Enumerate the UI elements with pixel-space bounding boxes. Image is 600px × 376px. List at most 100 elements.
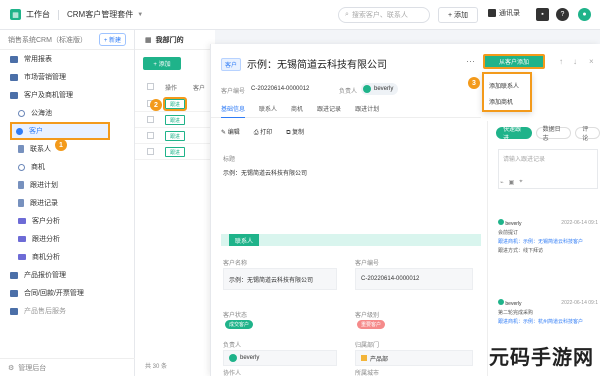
tab-follow-plan[interactable]: 跟进计划 <box>355 104 379 118</box>
customer-name-value: 示例：无锡简道云科技有限公司 <box>229 277 314 284</box>
sidebar-item-marketing[interactable]: 市场营销管理 <box>0 68 134 86</box>
tab-opportunity[interactable]: 商机 <box>291 104 303 118</box>
sidebar-item-customer-analysis[interactable]: 客户分析 <box>0 212 134 230</box>
tab-comments[interactable]: 评论 <box>575 127 600 142</box>
print-label: 打印 <box>260 130 273 136</box>
add-from-customer-button[interactable]: 从客户添加 <box>483 54 545 69</box>
sidebar-item-label: 跟进计划 <box>30 182 58 189</box>
edit-button[interactable]: ✎ 编辑 <box>221 127 240 137</box>
search-input[interactable]: ⌕ 搜索客户、联系人 <box>338 7 430 23</box>
sidebar-item-public-pool[interactable]: 公海池 <box>0 104 134 122</box>
sidebar-item-label: 跟进分析 <box>32 236 60 243</box>
avatar <box>498 299 504 305</box>
add-button[interactable]: + 添加 <box>438 7 478 23</box>
sidebar-item-follow-analysis[interactable]: 跟进分析 <box>0 230 134 248</box>
tab-follow-record[interactable]: 跟进记录 <box>317 104 341 118</box>
tab-quick-follow[interactable]: 快速跟进 <box>496 127 532 142</box>
card-time: 2022-06-14 09:1 <box>561 220 598 226</box>
owner-chip[interactable]: beverly <box>361 83 399 95</box>
record-title: 示例：无锡简道云科技有限公司 <box>247 60 387 71</box>
list-title[interactable]: ▦ 我部门的 <box>135 30 215 50</box>
customer-no-field[interactable]: C-20220614-0000012 <box>355 268 473 290</box>
divider <box>58 9 59 20</box>
sidebar-item-follow-record[interactable]: 跟进记录 <box>0 194 134 212</box>
follow-button[interactable]: 跟进 <box>165 115 185 125</box>
card-line-1: 第二轮完成采购 <box>498 310 534 316</box>
folder-icon <box>10 271 18 279</box>
card-line-2: 跟进商机：示例：无锡简道云科技客户 <box>498 239 584 245</box>
tab-contacts[interactable]: 联系人 <box>259 104 277 118</box>
tab-data-log[interactable]: 数据日志 <box>535 127 572 142</box>
top-bar: ▦ 工作台 CRM客户管理套件 ▼ ⌕ 搜索客户、联系人 + 添加 通讯录 ▪ … <box>0 0 600 30</box>
sidebar-item-opportunity[interactable]: 商机 <box>0 158 134 176</box>
close-icon[interactable]: × <box>589 57 594 66</box>
step-badge-2: 2 <box>150 99 162 111</box>
card-time: 2022-06-14 09:1 <box>561 300 598 306</box>
customer-no-label: 客户编号 <box>221 89 246 95</box>
help-icon[interactable]: ? <box>556 8 569 21</box>
workspace-logo-icon[interactable]: ▦ <box>10 9 21 20</box>
document-icon <box>18 199 24 207</box>
select-all-checkbox[interactable] <box>147 83 154 90</box>
table-row[interactable]: 跟进 <box>135 112 215 128</box>
sidebar-item-label: 常用报表 <box>24 56 52 63</box>
notification-icon[interactable]: ▪ <box>536 8 549 21</box>
menu-item-add-opportunity[interactable]: 添加商机 <box>484 93 530 109</box>
row-checkbox[interactable] <box>147 148 154 155</box>
column-customer: 客户 <box>193 86 206 92</box>
app-name[interactable]: CRM客户管理套件 <box>67 9 133 20</box>
follow-button[interactable]: 跟进 <box>165 147 185 157</box>
sidebar: 销售系统CRM（标准版） + 新建 常用报表 市场营销管理 客户及商机管理 公海… <box>0 30 135 376</box>
next-record-icon[interactable]: ↓ <box>573 57 577 66</box>
sidebar-item-opportunity-analysis[interactable]: 商机分析 <box>0 248 134 266</box>
more-options-icon[interactable]: ··· <box>466 56 475 66</box>
admin-link[interactable]: ⚙ 管理后台 <box>0 358 135 376</box>
customer-name-field[interactable]: 示例：无锡简道云科技有限公司 <box>223 268 337 290</box>
title-value: 示例：无锡简道云科技有限公司 <box>223 171 308 177</box>
print-button[interactable]: ⎙ 打印 <box>254 127 272 137</box>
chevron-down-icon[interactable]: ▼ <box>137 12 143 18</box>
contacts-button[interactable]: 通讯录 <box>488 8 520 18</box>
attachment-icon[interactable]: ⌁ <box>500 179 504 186</box>
row-checkbox[interactable] <box>147 132 154 139</box>
dept-field[interactable]: 产品部 <box>355 350 473 366</box>
follow-button[interactable]: 跟进 <box>165 131 185 141</box>
customer-no-field-label: 客户编号 <box>355 261 380 267</box>
monitor-icon <box>18 218 26 224</box>
sidebar-item-after-sales[interactable]: 产品售后服务 <box>0 302 134 320</box>
row-checkbox[interactable] <box>147 116 154 123</box>
owner-field-label: 负责人 <box>223 343 242 349</box>
sidebar-item-customer-mgmt[interactable]: 客户及商机管理 <box>0 86 134 104</box>
tab-basic-info[interactable]: 基础信息 <box>221 104 246 118</box>
avatar[interactable]: ● <box>578 8 591 21</box>
new-button[interactable]: + 新建 <box>98 33 126 46</box>
follow-record-card[interactable]: beverly 2022-06-14 09:1 会前提订 跟进商机：示例：无锡简… <box>498 219 598 256</box>
follow-record-card[interactable]: beverly 2022-06-14 09:1 第二轮完成采购 跟进商机：示例：… <box>498 299 598 327</box>
workspace-title[interactable]: 工作台 <box>26 9 50 20</box>
sidebar-item-label: 商机分析 <box>32 254 60 261</box>
sidebar-item-follow-plan[interactable]: 跟进计划 <box>0 176 134 194</box>
owner-field[interactable]: beverly <box>223 350 337 366</box>
pagination-info: 共 30 条 <box>145 364 168 370</box>
follow-button[interactable]: 跟进 <box>163 97 187 111</box>
table-row[interactable]: 跟进 <box>135 144 215 160</box>
copy-button[interactable]: ⧉ 复制 <box>286 127 304 137</box>
sidebar-item-contracts[interactable]: 合同/回款/开票管理 <box>0 284 134 302</box>
customer-name-label: 客户名称 <box>223 261 248 267</box>
list-panel: ▦ 我部门的 + 添加 操作 客户 跟进 跟进 跟进 跟进 共 30 条 <box>135 30 215 376</box>
menu-item-add-contact[interactable]: 添加联系人 <box>484 77 530 93</box>
sidebar-item-reports[interactable]: 常用报表 <box>0 50 134 68</box>
table-row[interactable]: 跟进 <box>135 96 215 112</box>
sidebar-item-quotes[interactable]: 产品报价管理 <box>0 266 134 284</box>
sidebar-item-label: 公海池 <box>31 110 52 117</box>
image-icon[interactable]: ▣ <box>509 179 515 186</box>
avatar <box>229 354 237 362</box>
add-customer-button[interactable]: + 添加 <box>143 57 181 70</box>
location-icon[interactable]: ⌖ <box>519 179 522 186</box>
folder-icon <box>10 73 18 81</box>
sidebar-item-customer[interactable]: 客户 <box>10 122 110 140</box>
table-row[interactable]: 跟进 <box>135 128 215 144</box>
status-badge: 成交客户 <box>225 320 254 329</box>
sidebar-item-contacts[interactable]: 联系人 <box>0 140 134 158</box>
prev-record-icon[interactable]: ↑ <box>559 57 563 66</box>
